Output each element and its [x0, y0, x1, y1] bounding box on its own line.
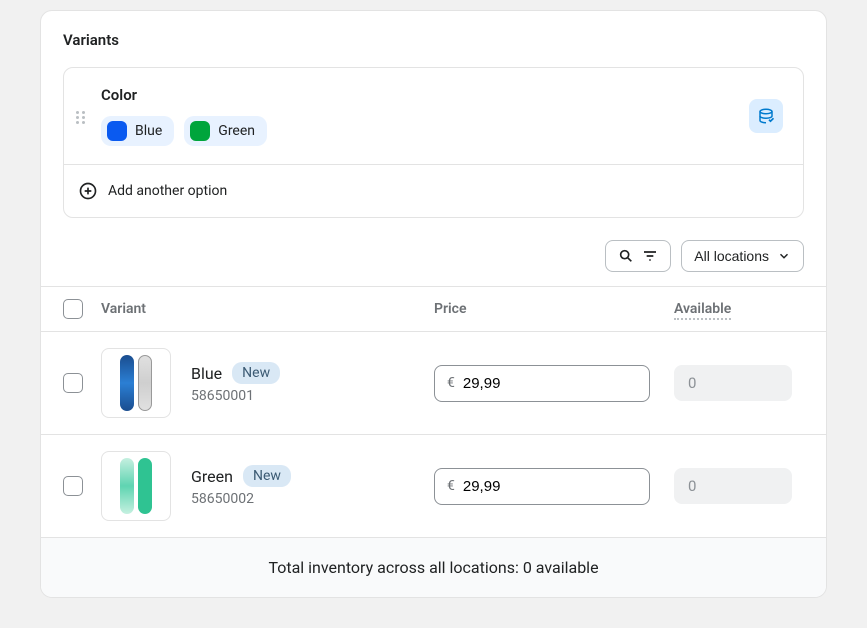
variant-name: Green: [191, 467, 233, 486]
variant-thumbnail[interactable]: [101, 451, 171, 521]
currency-symbol: €: [447, 478, 455, 494]
plus-circle-icon: [78, 181, 98, 201]
option-body: Color Blue Green: [101, 86, 735, 146]
available-input[interactable]: 0: [674, 468, 792, 504]
option-row[interactable]: Color Blue Green: [64, 68, 803, 164]
variant-thumbnail[interactable]: [101, 348, 171, 418]
price-input[interactable]: €: [434, 468, 650, 505]
status-badge: New: [243, 465, 291, 487]
variant-sku: 58650001: [191, 388, 280, 404]
inventory-summary: Total inventory across all locations: 0 …: [41, 538, 826, 597]
row-checkbox[interactable]: [63, 476, 83, 496]
option-name: Color: [101, 86, 735, 104]
drag-handle-icon[interactable]: [76, 111, 85, 124]
option-values: Blue Green: [101, 116, 735, 146]
currency-symbol: €: [447, 375, 455, 391]
location-filter-button[interactable]: All locations: [681, 240, 804, 272]
column-price: Price: [434, 301, 674, 317]
available-input[interactable]: 0: [674, 365, 792, 401]
column-variant: Variant: [101, 301, 434, 317]
status-badge: New: [232, 362, 280, 384]
filter-icon: [642, 248, 658, 264]
options-panel: Color Blue Green: [63, 67, 804, 218]
value-label: Blue: [135, 123, 162, 139]
search-filter-button[interactable]: [605, 240, 671, 272]
add-option-button[interactable]: Add another option: [64, 164, 803, 217]
price-field[interactable]: [463, 375, 637, 392]
variants-table: Variant Price Available Blue New 5865000…: [41, 286, 826, 597]
value-label: Green: [218, 123, 255, 139]
chevron-down-icon: [777, 249, 791, 263]
variants-toolbar: All locations: [41, 218, 826, 286]
swatch-icon: [190, 121, 210, 141]
section-title: Variants: [41, 11, 826, 67]
table-row[interactable]: Green New 58650002 € 0: [41, 435, 826, 538]
table-header: Variant Price Available: [41, 287, 826, 332]
add-option-label: Add another option: [108, 183, 227, 199]
variant-sku: 58650002: [191, 491, 291, 507]
metafield-icon[interactable]: [749, 99, 783, 133]
column-available: Available: [674, 301, 804, 317]
select-all-checkbox[interactable]: [63, 299, 83, 319]
price-input[interactable]: €: [434, 365, 650, 402]
search-icon: [618, 248, 634, 264]
variants-card: Variants Color Blue Green: [40, 10, 827, 598]
swatch-icon: [107, 121, 127, 141]
value-chip-blue[interactable]: Blue: [101, 116, 174, 146]
row-checkbox[interactable]: [63, 373, 83, 393]
value-chip-green[interactable]: Green: [184, 116, 267, 146]
location-filter-label: All locations: [694, 248, 769, 264]
price-field[interactable]: [463, 478, 637, 495]
table-row[interactable]: Blue New 58650001 € 0: [41, 332, 826, 435]
variant-name: Blue: [191, 364, 222, 383]
